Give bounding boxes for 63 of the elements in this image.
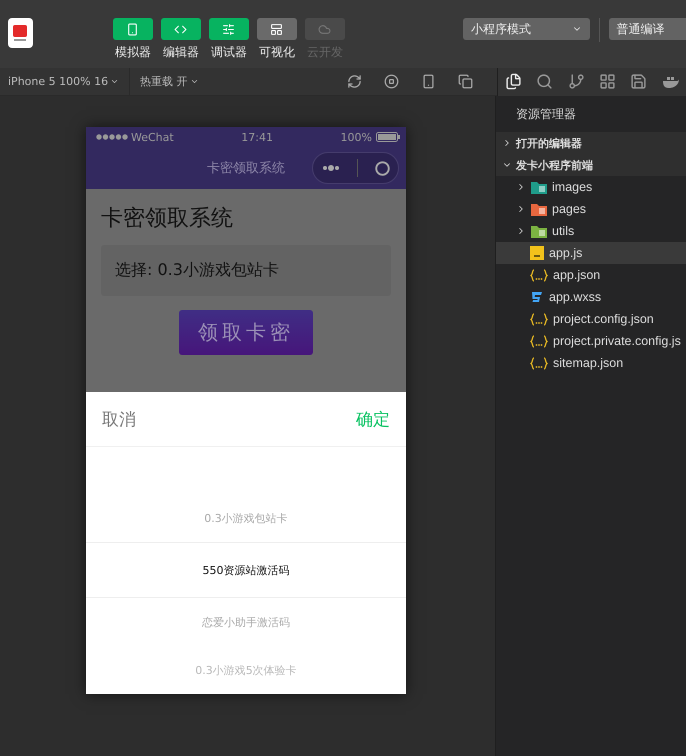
save-icon[interactable] bbox=[630, 73, 648, 90]
file-item[interactable]: sitemap.json bbox=[496, 352, 686, 374]
caret-icon bbox=[110, 77, 120, 86]
phone-icon bbox=[126, 22, 140, 36]
toolbar-label: 模拟器 bbox=[114, 44, 151, 61]
cancel-button[interactable]: 取消 bbox=[102, 408, 136, 430]
folder-icon bbox=[531, 202, 547, 216]
explorer-section[interactable]: 发卡小程序前端 bbox=[496, 154, 686, 176]
cloud-icon bbox=[318, 22, 332, 36]
file-item[interactable]: app.js bbox=[496, 242, 686, 264]
file-item[interactable]: project.private.config.js bbox=[496, 330, 686, 352]
signal-icon bbox=[96, 134, 128, 140]
sliders-icon bbox=[222, 22, 236, 36]
search-icon[interactable] bbox=[536, 73, 554, 90]
grid-icon[interactable] bbox=[599, 73, 616, 90]
folder-icon bbox=[531, 224, 547, 238]
compile-dropdown[interactable]: 普通编译 bbox=[608, 18, 686, 40]
toolbar-button[interactable] bbox=[160, 18, 201, 40]
branch-icon[interactable] bbox=[568, 73, 585, 90]
code-icon bbox=[174, 22, 188, 36]
time-text: 17:41 bbox=[241, 130, 273, 144]
folder-item[interactable]: images bbox=[496, 176, 686, 198]
hot-reload-dropdown[interactable]: 热重载 开 bbox=[130, 74, 199, 89]
folder-item[interactable]: pages bbox=[496, 198, 686, 220]
battery-text: 100% bbox=[340, 130, 372, 144]
refresh-icon[interactable] bbox=[346, 74, 362, 89]
toolbar-label: 可视化 bbox=[258, 44, 295, 61]
js-file-icon bbox=[530, 246, 544, 260]
braces-icon bbox=[530, 334, 548, 348]
toolbar-button[interactable] bbox=[208, 18, 249, 40]
carrier-text: WeChat bbox=[131, 130, 174, 144]
battery-icon bbox=[376, 132, 400, 142]
picker-option[interactable]: 550资源站激活码 bbox=[86, 542, 406, 598]
css-file-icon bbox=[530, 290, 544, 304]
phone-icon[interactable] bbox=[420, 74, 436, 89]
folder-item[interactable]: utils bbox=[496, 220, 686, 242]
whale-icon[interactable] bbox=[662, 76, 679, 88]
files-icon[interactable] bbox=[505, 73, 522, 90]
layout-icon bbox=[270, 22, 284, 36]
explorer-section[interactable]: 打开的编辑器 bbox=[496, 132, 686, 154]
nav-title: 卡密领取系统 bbox=[207, 160, 285, 178]
caret-icon bbox=[190, 77, 199, 86]
toolbar-label: 调试器 bbox=[210, 44, 247, 61]
braces-icon bbox=[530, 312, 548, 326]
panel-title: 资源管理器 bbox=[515, 106, 577, 122]
target-icon[interactable] bbox=[374, 160, 390, 176]
folder-icon bbox=[531, 180, 547, 194]
stop-icon[interactable] bbox=[384, 74, 399, 89]
file-item[interactable]: app.wxss bbox=[496, 286, 686, 308]
more-icon[interactable] bbox=[322, 164, 340, 172]
file-item[interactable]: app.json bbox=[496, 264, 686, 286]
braces-icon bbox=[530, 268, 548, 282]
capsule-menu[interactable] bbox=[312, 152, 399, 184]
app-logo bbox=[8, 18, 33, 48]
toolbar-button[interactable] bbox=[256, 18, 297, 40]
windows-icon[interactable] bbox=[458, 74, 473, 89]
claim-button[interactable]: 领取卡密 bbox=[179, 310, 313, 356]
page-heading: 卡密领取系统 bbox=[101, 205, 234, 234]
file-item[interactable]: project.config.json bbox=[496, 308, 686, 330]
braces-icon bbox=[530, 356, 548, 370]
toolbar-button[interactable] bbox=[112, 18, 153, 40]
mode-dropdown[interactable]: 小程序模式 bbox=[462, 18, 590, 40]
toolbar-label: 编辑器 bbox=[162, 44, 199, 61]
